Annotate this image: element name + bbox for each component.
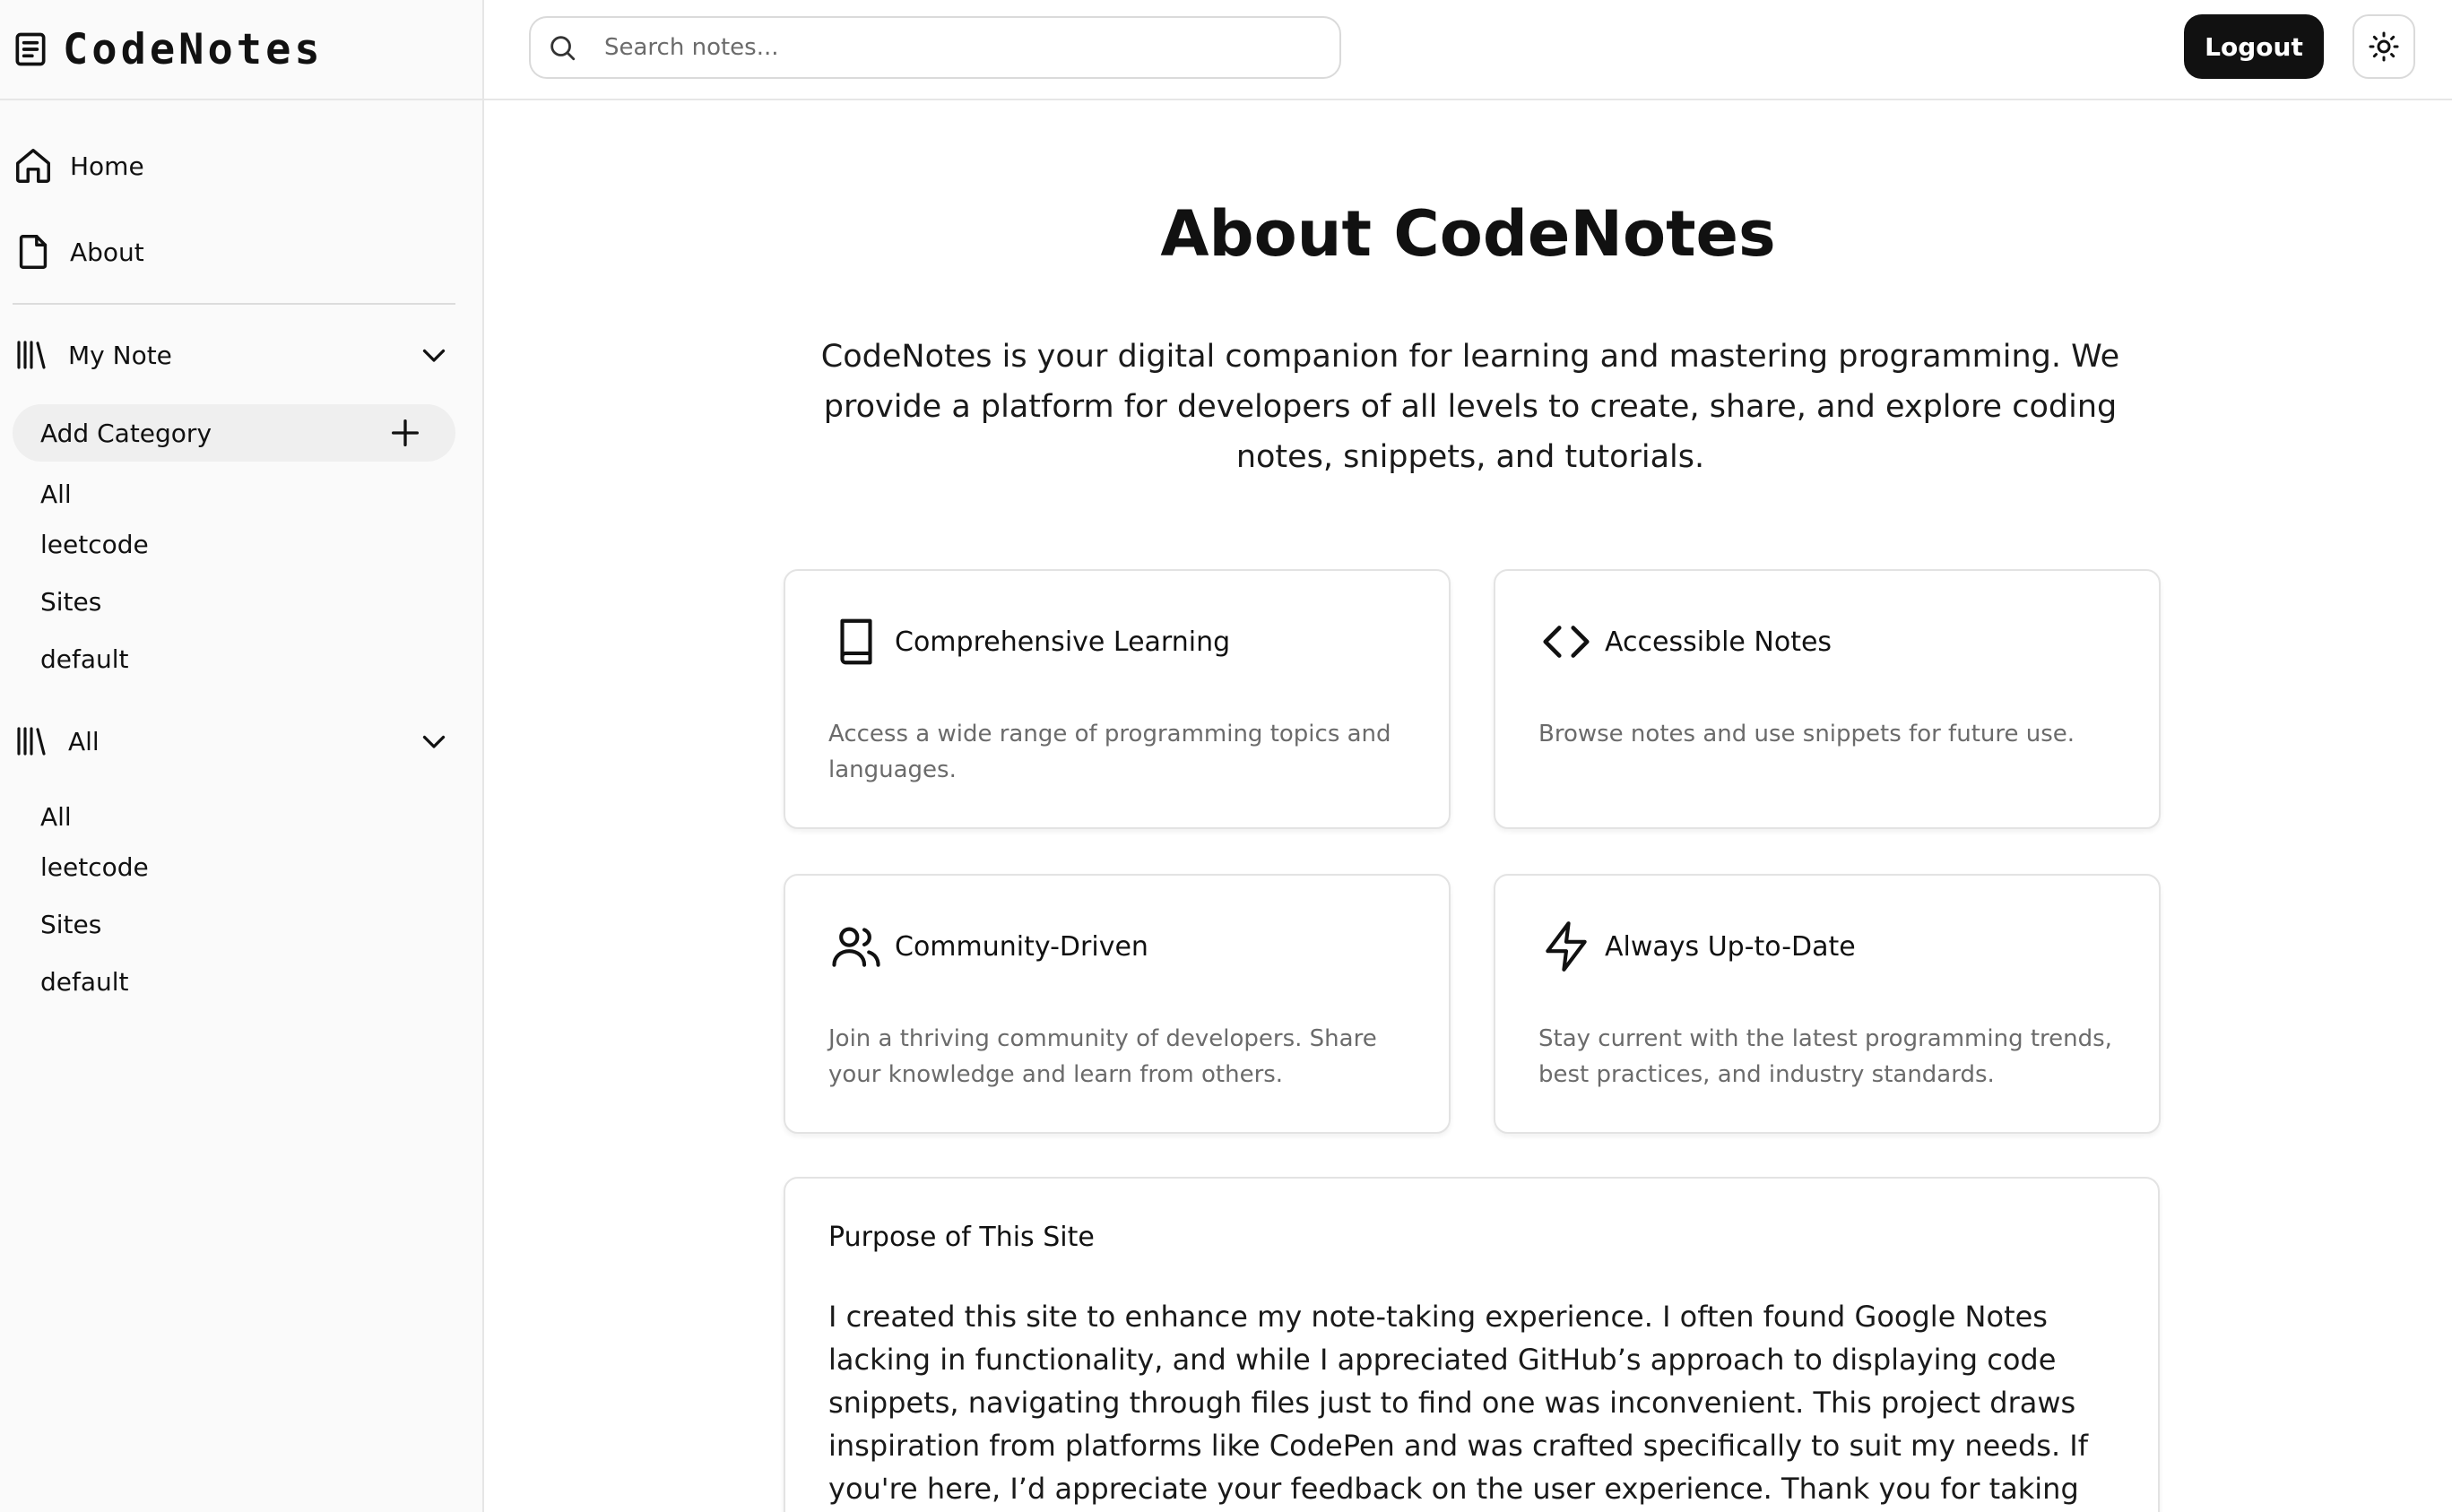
nav-item-about-label: About bbox=[70, 237, 144, 267]
brand-name: CodeNotes bbox=[63, 24, 324, 74]
purpose-body: I created this site to enhance my note-t… bbox=[828, 1300, 2088, 1506]
feature-card-header: Always Up-to-Date bbox=[1538, 919, 1856, 974]
feature-card-header: Community-Driven bbox=[828, 919, 1148, 974]
feature-card-description: Browse notes and use snippets for future… bbox=[1538, 721, 2075, 747]
group-all-toggle[interactable]: All bbox=[13, 714, 455, 768]
zap-icon bbox=[1546, 921, 1587, 972]
feature-card: Comprehensive Learning Access a wide ran… bbox=[784, 569, 1451, 829]
home-icon bbox=[16, 149, 50, 183]
purpose-title: Purpose of This Site bbox=[828, 1222, 1095, 1253]
sidebar-divider bbox=[13, 303, 455, 305]
feature-card-description: Access a wide range of programming topic… bbox=[828, 721, 1391, 783]
feature-card: Accessible Notes Browse notes and use sn… bbox=[1494, 569, 2161, 829]
category-item[interactable]: Sites bbox=[40, 584, 101, 620]
category-item[interactable]: leetcode bbox=[40, 527, 149, 563]
category-item[interactable]: leetcode bbox=[40, 850, 149, 886]
feature-card-header: Accessible Notes bbox=[1538, 614, 1832, 670]
logout-button[interactable]: Logout bbox=[2184, 14, 2324, 79]
feature-card-header: Comprehensive Learning bbox=[828, 614, 1230, 670]
code-icon bbox=[1543, 626, 1590, 658]
library-icon bbox=[17, 341, 46, 369]
feature-card-title: Always Up-to-Date bbox=[1605, 930, 1856, 963]
group-my-note-toggle[interactable]: My Note bbox=[13, 328, 455, 382]
feature-card: Always Up-to-Date Stay current with the … bbox=[1494, 874, 2161, 1134]
category-item[interactable]: default bbox=[40, 642, 129, 678]
top-bar: Logout bbox=[484, 0, 2452, 100]
feature-card-title: Accessible Notes bbox=[1605, 626, 1833, 658]
feature-card-title: Community-Driven bbox=[895, 930, 1148, 963]
group-my-note-label: My Note bbox=[68, 340, 172, 370]
category-item[interactable]: All bbox=[40, 477, 72, 513]
search-input[interactable] bbox=[604, 34, 1304, 61]
category-item[interactable]: default bbox=[40, 964, 129, 1000]
plus-icon bbox=[392, 419, 419, 446]
nav-item-home-label: Home bbox=[70, 151, 144, 181]
library-icon bbox=[17, 727, 46, 756]
users-icon bbox=[832, 927, 880, 967]
sun-icon bbox=[2369, 31, 2399, 62]
chevron-down-icon bbox=[422, 349, 446, 362]
search-box[interactable] bbox=[529, 16, 1341, 79]
sidebar: CodeNotes Home About My Note Add Categor… bbox=[0, 0, 484, 1512]
search-icon bbox=[550, 36, 576, 61]
brand[interactable]: CodeNotes bbox=[0, 0, 482, 100]
nav-item-about[interactable]: About bbox=[13, 225, 144, 279]
feature-card: Community-Driven Join a thriving communi… bbox=[784, 874, 1451, 1134]
feature-card-title: Comprehensive Learning bbox=[895, 626, 1231, 658]
page-intro: CodeNotes is your digital companion for … bbox=[820, 339, 2120, 475]
feature-card-description: Stay current with the latest programming… bbox=[1538, 1025, 2112, 1088]
chevron-down-icon bbox=[422, 735, 446, 748]
category-item[interactable]: All bbox=[40, 799, 72, 835]
page-title: About CodeNotes bbox=[1160, 197, 1776, 271]
theme-toggle-button[interactable] bbox=[2352, 14, 2415, 79]
file-icon bbox=[19, 235, 48, 269]
nav-item-home[interactable]: Home bbox=[13, 139, 144, 193]
feature-card-description: Join a thriving community of developers.… bbox=[828, 1025, 1377, 1088]
book-icon bbox=[840, 618, 872, 665]
add-category-button[interactable]: Add Category bbox=[13, 404, 455, 462]
category-item[interactable]: Sites bbox=[40, 907, 101, 943]
purpose-card: Purpose of This Site I created this site… bbox=[784, 1177, 2160, 1512]
add-category-label: Add Category bbox=[40, 418, 212, 448]
group-all-label: All bbox=[68, 726, 100, 756]
note-icon bbox=[15, 32, 46, 66]
